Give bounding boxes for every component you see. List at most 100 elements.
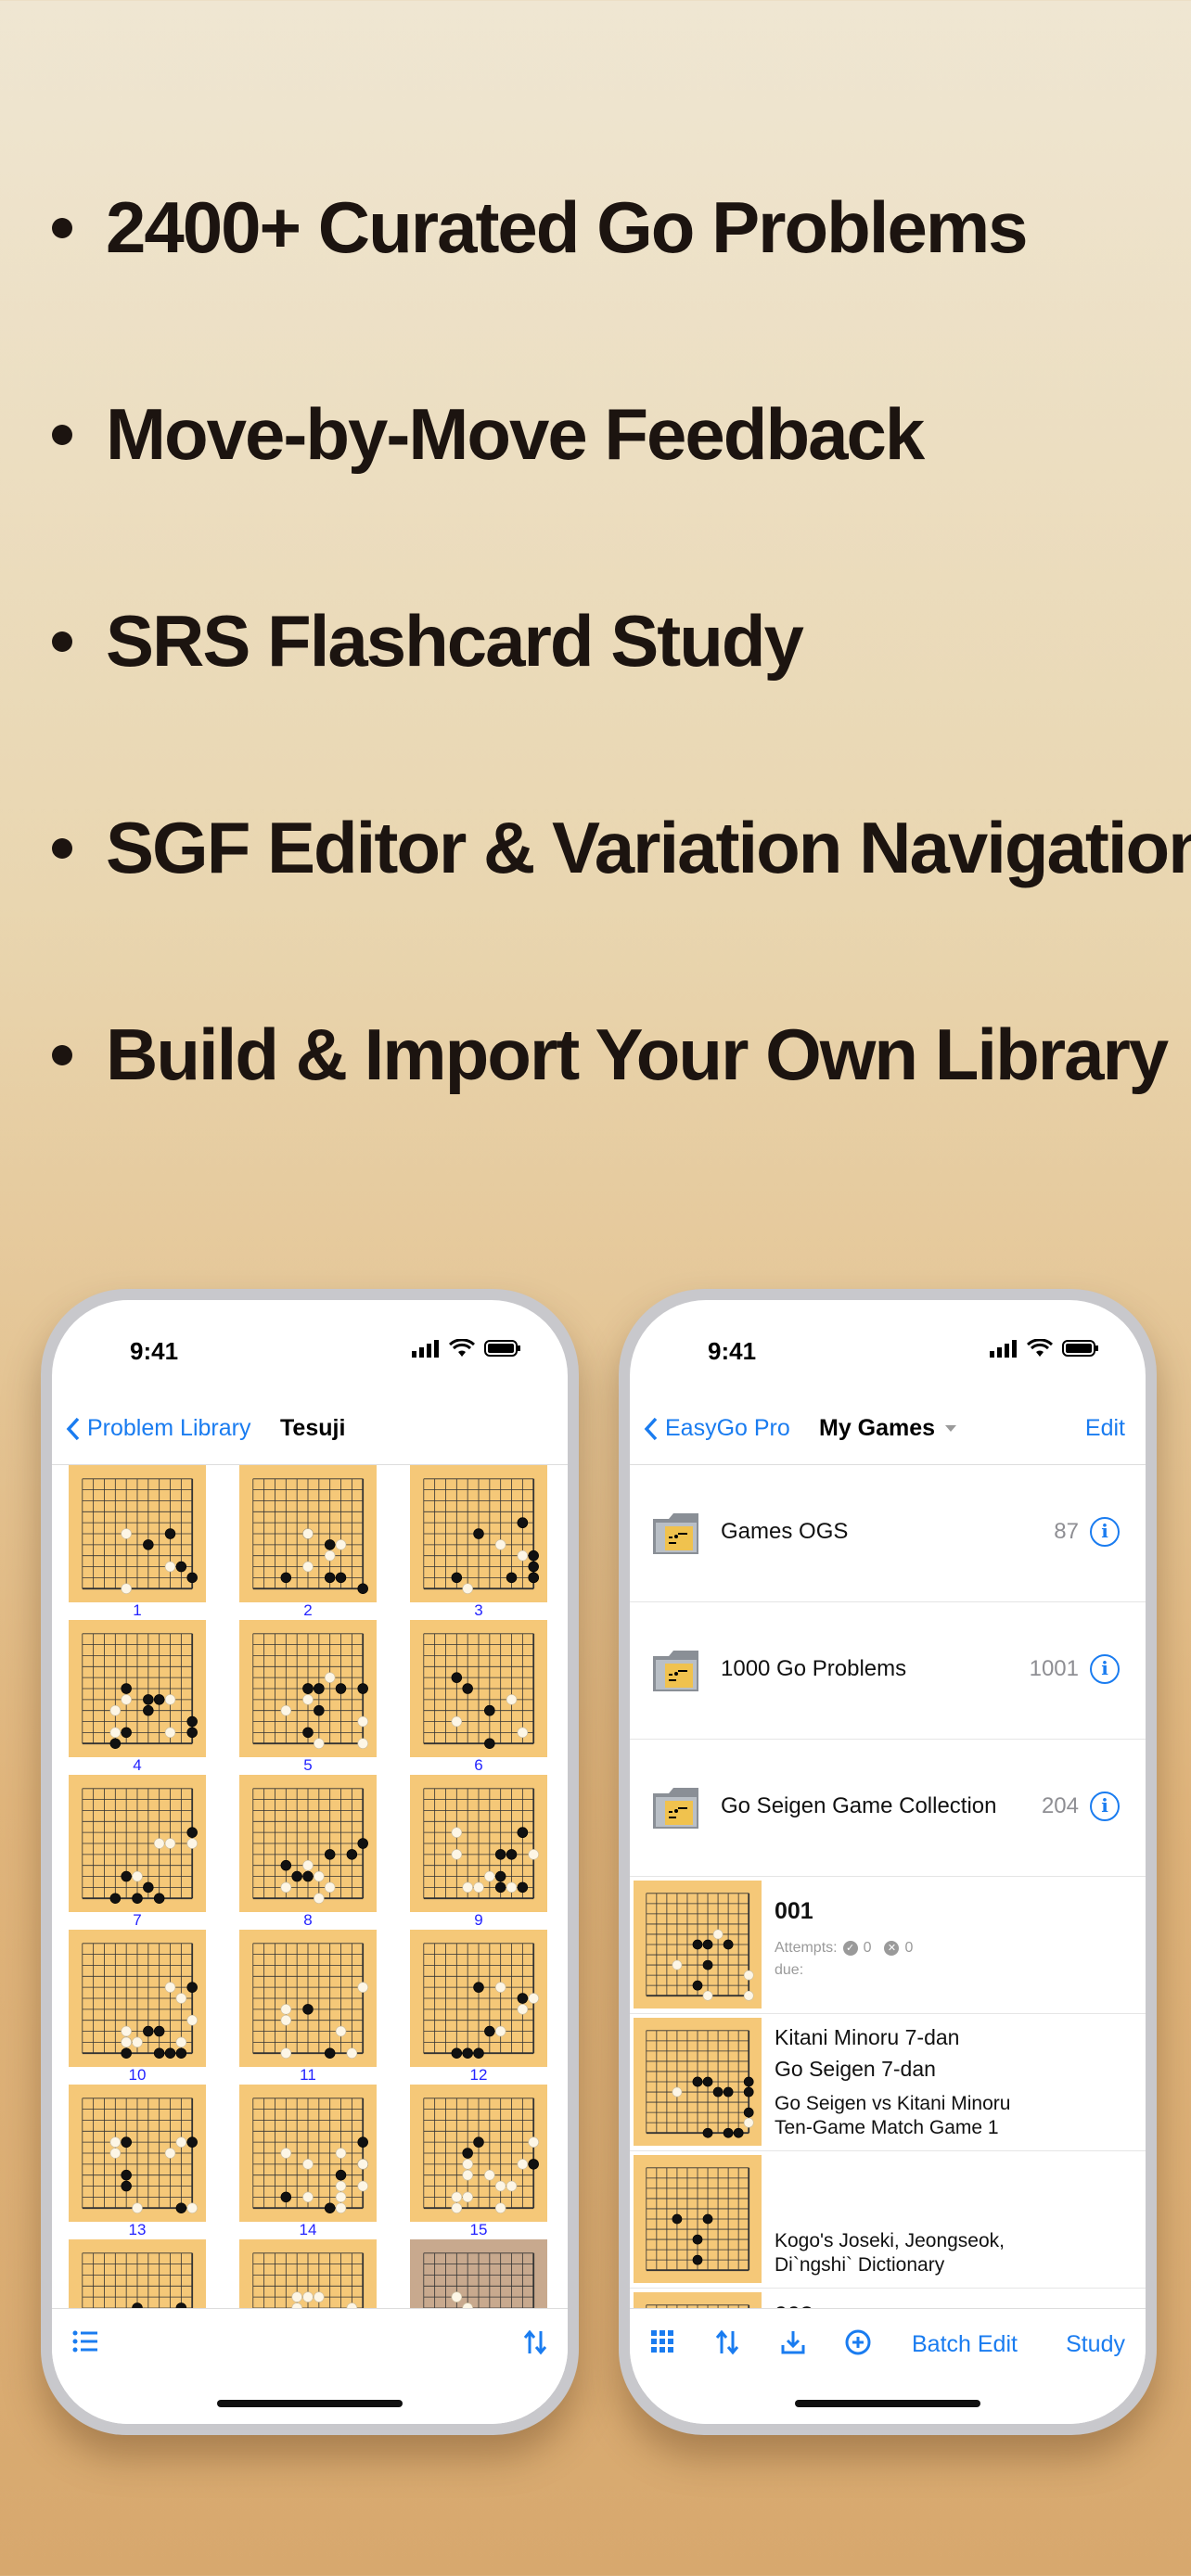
white-stone [175, 1993, 187, 2004]
back-button[interactable]: Problem Library [65, 1415, 250, 1442]
game-board-thumbnail [634, 1881, 762, 2009]
black-stone [517, 1827, 529, 1838]
info-icon[interactable]: i [1090, 1792, 1120, 1821]
black-stone [164, 2047, 176, 2059]
white-stone [121, 1528, 132, 1539]
white-stone [335, 2202, 347, 2213]
toolbar [52, 2308, 568, 2424]
white-stone [517, 2159, 529, 2170]
black-stone [335, 2169, 347, 2181]
folder-row[interactable]: 1000 Go Problems 1001 i [630, 1602, 1146, 1740]
game-row[interactable]: Kitani Minoru 7-dan Go Seigen 7-dan Go S… [630, 2014, 1146, 2151]
import-button[interactable] [780, 2329, 806, 2355]
batch-edit-button[interactable]: Batch Edit [912, 2331, 1018, 2358]
white-stone [506, 2180, 518, 2192]
problem-cell[interactable]: 10 [69, 1930, 206, 2085]
white-stone [357, 2180, 368, 2192]
problem-cell[interactable]: 7 [69, 1775, 206, 1931]
problem-cell[interactable]: 8 [239, 1775, 377, 1931]
problem-board-thumbnail [410, 2239, 547, 2308]
problem-cell[interactable]: 14 [239, 2085, 377, 2240]
black-stone [121, 1727, 132, 1739]
right-phone-screen: 9:41 EasyGo Pro My Games Edit Games OGS [630, 1300, 1146, 2424]
black-stone [451, 1572, 463, 1584]
info-icon[interactable]: i [1090, 1517, 1120, 1547]
problem-cell[interactable]: 11 [239, 1930, 377, 2085]
problem-cell[interactable]: 13 [69, 2085, 206, 2240]
problem-number: 1 [133, 1601, 142, 1619]
list-button[interactable] [72, 2329, 98, 2353]
problem-cell[interactable]: 5 [239, 1620, 377, 1776]
white-stone [314, 1893, 325, 1904]
black-stone [743, 2107, 754, 2118]
folder-icon [653, 1788, 698, 1829]
back-label: EasyGo Pro [665, 1415, 790, 1441]
problem-cell[interactable]: 3 [410, 1465, 547, 1621]
sort-button[interactable] [715, 2329, 739, 2355]
white-player: Go Seigen 7-dan [775, 2057, 936, 2081]
white-stone [528, 1849, 539, 1860]
white-stone [109, 2136, 122, 2148]
sort-button[interactable] [523, 2329, 547, 2355]
white-stone [473, 1881, 484, 1894]
bullet-item: 2400+ Curated Go Problems [52, 185, 1029, 270]
white-stone [109, 2148, 122, 2159]
white-stone [451, 1715, 463, 1728]
white-stone [164, 1982, 176, 1993]
black-stone [153, 2025, 165, 2037]
back-button[interactable]: EasyGo Pro [643, 1415, 790, 1442]
folder-row[interactable]: Go Seigen Game Collection 204 i [630, 1740, 1146, 1877]
white-stone [324, 1672, 336, 1683]
problem-number: 9 [474, 1911, 483, 1929]
black-stone [692, 2076, 703, 2087]
black-stone [143, 1694, 154, 1705]
black-stone [692, 1939, 703, 1950]
white-stone [302, 1528, 314, 1539]
problem-cell[interactable]: 2 [239, 1465, 377, 1621]
black-stone [280, 2191, 292, 2203]
bullet-text: SRS Flashcard Study [106, 600, 804, 682]
problem-cell[interactable] [69, 2239, 206, 2308]
white-stone [314, 2291, 325, 2302]
problem-cell[interactable]: 9 [410, 1775, 547, 1931]
black-stone [324, 1572, 336, 1584]
black-stone [723, 1939, 734, 1950]
bullet-dot [52, 1044, 72, 1065]
problem-number: 2 [303, 1601, 313, 1619]
wifi-icon [449, 1339, 475, 1357]
nav-bar: EasyGo Pro My Games Edit [630, 1393, 1146, 1465]
problem-cell[interactable]: 15 [410, 2085, 547, 2240]
black-stone [186, 1572, 198, 1584]
title-menu[interactable]: My Games [819, 1415, 957, 1442]
problem-cell[interactable]: 6 [410, 1620, 547, 1776]
game-row[interactable]: Kogo's Joseki, Jeongseok, Di`ngshi` Dict… [630, 2151, 1146, 2289]
add-button[interactable] [845, 2329, 871, 2355]
folder-icon [653, 1513, 698, 1554]
black-stone [175, 1561, 187, 1573]
game-row[interactable]: 002 [630, 2289, 1146, 2308]
problem-cell[interactable]: 12 [410, 1930, 547, 2085]
white-stone [451, 2202, 463, 2213]
nav-bar: Problem Library Tesuji [52, 1393, 568, 1465]
battery-icon [1062, 1340, 1098, 1357]
problem-cell[interactable] [410, 2239, 547, 2308]
white-stone [517, 1549, 529, 1562]
grid-view-button[interactable] [650, 2329, 674, 2353]
problem-cell[interactable]: 4 [69, 1620, 206, 1776]
problem-board-thumbnail [239, 2085, 377, 2222]
game-row[interactable]: 001 Attempts: ✓ 0 ✕ 0 due: [630, 1877, 1146, 2014]
checkmark-icon: ✓ [842, 1941, 858, 1956]
problem-board-thumbnail [239, 1930, 377, 2067]
problem-number: 7 [133, 1911, 142, 1929]
signal-icon [412, 1340, 439, 1358]
edit-button[interactable]: Edit [1085, 1415, 1125, 1442]
folder-row[interactable]: Games OGS 87 i [630, 1465, 1146, 1602]
problem-cell[interactable]: 1 [69, 1465, 206, 1621]
black-stone [291, 1870, 302, 1882]
black-stone [484, 1738, 495, 1749]
study-button[interactable]: Study [1066, 2331, 1125, 2358]
black-stone [462, 2148, 473, 2159]
info-icon[interactable]: i [1090, 1654, 1120, 1684]
problem-cell[interactable] [239, 2239, 377, 2308]
black-stone [506, 1572, 518, 1584]
